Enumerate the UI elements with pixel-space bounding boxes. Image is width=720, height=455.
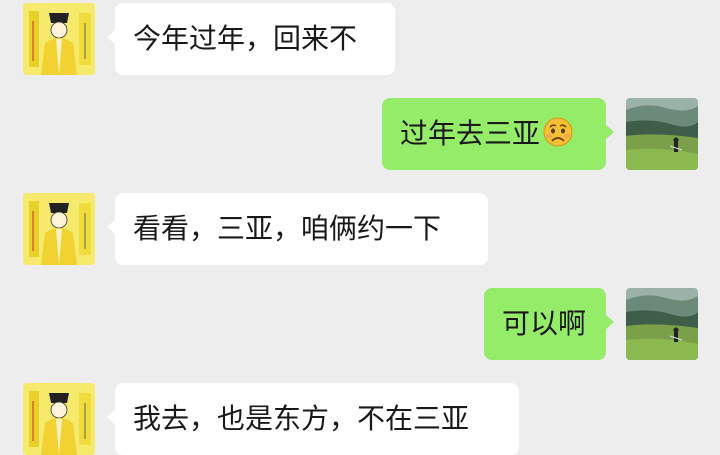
self-avatar[interactable] bbox=[626, 288, 698, 360]
message-text: 可以啊 bbox=[502, 307, 587, 340]
self-avatar[interactable] bbox=[626, 98, 698, 170]
meadow-landscape-avatar-icon bbox=[626, 98, 698, 170]
cartoon-scholar-avatar-icon bbox=[23, 383, 95, 455]
message-text: 今年过年，回来不 bbox=[133, 22, 358, 55]
message-bubble-incoming[interactable]: 看看，三亚，咱俩约一下 bbox=[107, 193, 488, 265]
cartoon-scholar-avatar-icon bbox=[23, 3, 95, 75]
message-bubble-incoming[interactable]: 我去，也是东方，不在三亚 bbox=[107, 383, 519, 455]
message-bubble-incoming[interactable]: 今年过年，回来不 bbox=[107, 3, 395, 75]
meadow-landscape-avatar-icon bbox=[626, 288, 698, 360]
chat-message-list[interactable]: 今年过年，回来不 过年去三亚 看看，三亚，咱俩约一下 可以啊 我去，也是东方，不… bbox=[0, 0, 720, 455]
contact-avatar[interactable] bbox=[23, 383, 95, 455]
contact-avatar[interactable] bbox=[23, 3, 95, 75]
message-bubble-outgoing[interactable]: 可以啊 bbox=[484, 288, 614, 360]
message-text: 过年去三亚 bbox=[400, 117, 541, 150]
message-text: 看看，三亚，咱俩约一下 bbox=[133, 212, 442, 245]
contact-avatar[interactable] bbox=[23, 193, 95, 265]
cartoon-scholar-avatar-icon bbox=[23, 193, 95, 265]
message-bubble-outgoing[interactable]: 过年去三亚 bbox=[382, 98, 614, 170]
worried-face-emoji-icon bbox=[543, 117, 573, 147]
message-text: 我去，也是东方，不在三亚 bbox=[133, 402, 470, 435]
